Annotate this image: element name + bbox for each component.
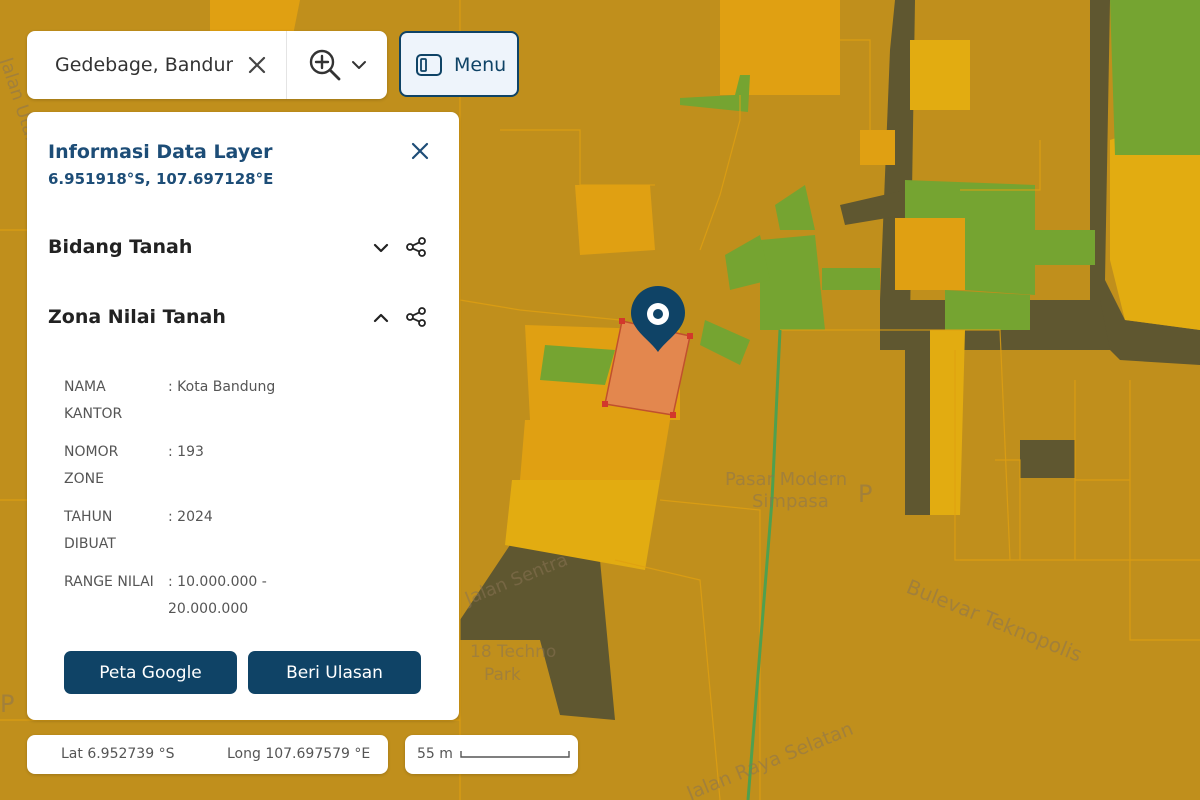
attr-value-nama-kantor: : Kota Bandung bbox=[168, 379, 276, 395]
menu-label: Menu bbox=[454, 54, 507, 76]
zoom-in-icon[interactable] bbox=[307, 47, 343, 83]
coordinate-bar: Lat 6.952739 °S Long 107.697579 °E bbox=[27, 735, 388, 774]
attr-value-nomor-zone: : 193 bbox=[168, 444, 204, 460]
poi-label-techno-2: Park bbox=[484, 665, 521, 685]
search-divider bbox=[286, 31, 287, 99]
attr-label-nomor-zone: NOMOR ZONE bbox=[64, 444, 119, 487]
share-icon[interactable] bbox=[405, 306, 427, 328]
info-panel: Informasi Data Layer 6.951918°S, 107.697… bbox=[27, 112, 459, 720]
panel-coordinates: 6.951918°S, 107.697128°E bbox=[48, 170, 274, 188]
attr-label-tahun-dibuat: TAHUN DIBUAT bbox=[64, 509, 116, 552]
review-button[interactable]: Beri Ulasan bbox=[248, 651, 421, 694]
google-maps-button[interactable]: Peta Google bbox=[64, 651, 237, 694]
attr-value-tahun-dibuat: : 2024 bbox=[168, 509, 213, 525]
search-input[interactable]: Gedebage, Bandung bbox=[55, 54, 233, 78]
attr-label-nama-kantor: NAMA KANTOR bbox=[64, 379, 123, 422]
poi-label-pasar-2: Simpasa bbox=[752, 491, 829, 512]
section-zona-nilai-tanah[interactable]: Zona Nilai Tanah bbox=[27, 295, 459, 339]
poi-label-techno: 18 Techno bbox=[470, 642, 556, 662]
latitude-readout: Lat 6.952739 °S bbox=[61, 746, 175, 762]
attr-label-range-nilai: RANGE NILAI bbox=[64, 574, 154, 590]
scale-line bbox=[460, 751, 570, 758]
attr-value-range-nilai: : 10.000.000 - 20.000.000 bbox=[168, 574, 267, 617]
sidebar-icon bbox=[416, 54, 442, 76]
share-icon[interactable] bbox=[405, 236, 427, 258]
parking-label-2: P bbox=[0, 690, 14, 718]
chevron-down-icon[interactable] bbox=[371, 238, 391, 258]
poi-label-pasar: Pasar Modern bbox=[725, 469, 847, 490]
clear-icon[interactable] bbox=[243, 51, 271, 79]
search-bar: Gedebage, Bandung bbox=[27, 31, 387, 99]
section-title: Bidang Tanah bbox=[48, 236, 193, 258]
parking-label-1: P bbox=[858, 480, 872, 508]
section-bidang-tanah[interactable]: Bidang Tanah bbox=[27, 225, 459, 269]
chevron-up-icon[interactable] bbox=[371, 308, 391, 328]
menu-button[interactable]: Menu bbox=[399, 31, 519, 97]
close-icon[interactable] bbox=[409, 140, 431, 162]
scale-bar: 55 m bbox=[405, 735, 578, 774]
longitude-readout: Long 107.697579 °E bbox=[227, 746, 371, 762]
section-title: Zona Nilai Tanah bbox=[48, 306, 226, 328]
chevron-down-icon[interactable] bbox=[349, 55, 369, 75]
panel-title: Informasi Data Layer bbox=[48, 141, 273, 163]
scale-label: 55 m bbox=[417, 746, 453, 762]
